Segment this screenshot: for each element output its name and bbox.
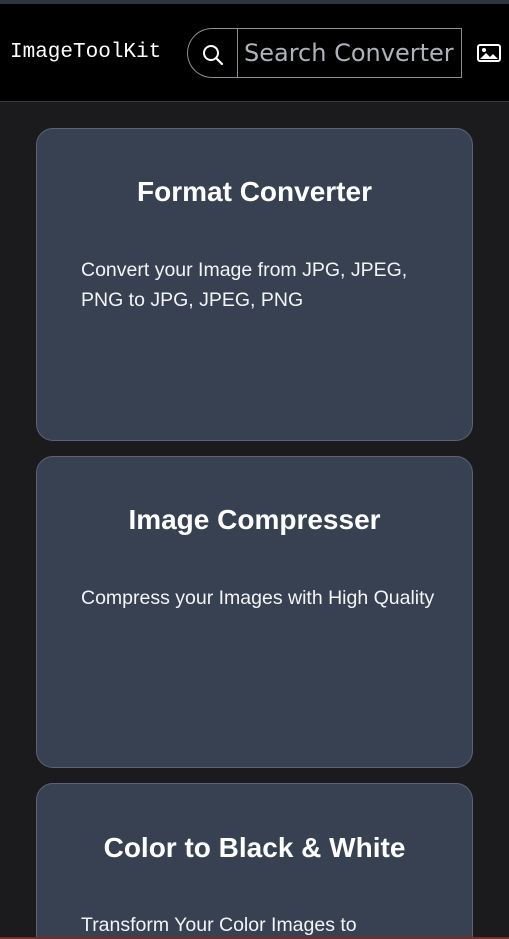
card-description: Transform Your Color Images to <box>81 914 357 936</box>
search-button[interactable] <box>187 28 238 78</box>
image-icon[interactable] <box>477 44 501 62</box>
card-description: Compress your Images with High Quality <box>81 587 435 609</box>
card-title: Color to Black & White <box>103 832 406 863</box>
search-input[interactable] <box>237 28 462 78</box>
card-title: Format Converter <box>137 176 372 207</box>
card-title: Image Compresser <box>128 504 381 535</box>
brand-logo-text[interactable]: ImageToolKit <box>10 40 161 66</box>
navbar: ImageToolKit <box>0 4 509 102</box>
card-description: Convert your Image from JPG, JPEG, PNG t… <box>81 259 408 311</box>
card-color-to-black-white[interactable]: Color to Black & White Transform Your Co… <box>36 783 473 939</box>
card-format-converter[interactable]: Format Converter Convert your Image from… <box>36 128 473 441</box>
search-icon <box>203 45 224 66</box>
card-image-compresser[interactable]: Image Compresser Compress your Images wi… <box>36 456 473 768</box>
